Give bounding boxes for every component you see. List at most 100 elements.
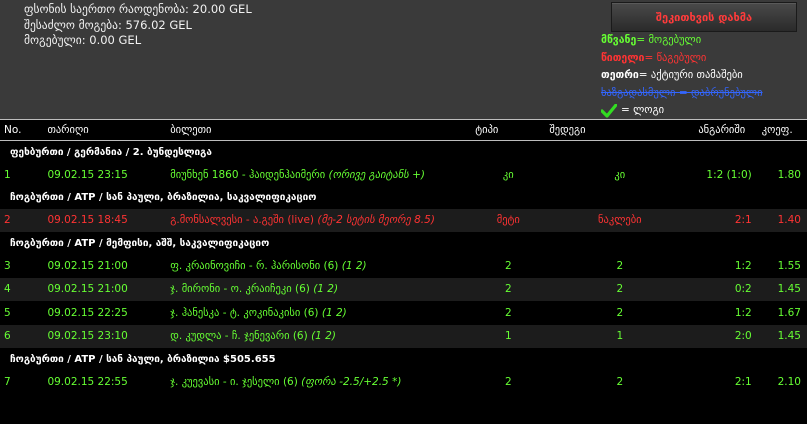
bet-event-name: ჯ. კუევასი - ი. ჯესელი (6) (170, 375, 302, 388)
bet-result: ნაკლები (545, 208, 695, 232)
bet-odds: 1.40 (757, 208, 807, 232)
bet-summary: ფსონის საერთო რაოდენობა: 20.00 GEL შესაძ… (24, 2, 252, 49)
bet-odds: 2.10 (777, 375, 801, 388)
legend-single-text: = ლოგი (621, 104, 665, 116)
bet-date: 09.02.15 23:15 (47, 168, 128, 181)
category-label: ფეხბურთი / გერმანია / 2. ბუნდესლიგა (0, 140, 807, 163)
bet-number: 7 (4, 375, 11, 388)
bet-score: 1:2 (734, 306, 752, 319)
bet-type: კი (502, 168, 514, 181)
bet-market: (1 2) (341, 259, 367, 272)
bet-date: 09.02.15 21:00 (47, 259, 128, 272)
category-label: ჩოგბურთი / ATP / სან პაული, ბრაზილია $50… (0, 348, 807, 370)
bet-type: 1 (471, 324, 546, 348)
bet-date: 09.02.15 22:55 (47, 375, 128, 388)
bets-table: No. თარიღი ბილეთი ტიპი შედეგი ანგარიში კ… (0, 119, 807, 394)
bet-result: 2 (545, 277, 695, 301)
bet-event: გ.მონსალვესი - ა.გეში (live) (მე-2 სეტის… (166, 208, 472, 232)
bet-event: ფ. კრაინოვიჩი - რ. ჰარისონი (6) (1 2) (166, 254, 471, 278)
bet-odds: 1.45 (757, 277, 807, 301)
summary-panel: ფსონის საერთო რაოდენობა: 20.00 GEL შესაძ… (0, 0, 807, 119)
bet-result: 2 (616, 259, 624, 272)
category-header-row: ჩოგბურთი / ATP / სან პაული, ბრაზილია $50… (0, 348, 807, 370)
bet-score: 1:2 (734, 259, 752, 272)
col-header-odds: კოეფ. (757, 119, 807, 141)
bet-result: კი (614, 168, 626, 181)
bet-result: 2 (616, 375, 624, 388)
bet-market: (1 2) (311, 330, 336, 343)
bet-date: 09.02.15 22:25 (47, 306, 128, 319)
bet-row[interactable]: 3 09.02.15 21:00 ფ. კრაინოვიჩი - რ. ჰარისო… (0, 254, 807, 278)
legend-lost-key: წითელი (601, 51, 645, 64)
bet-number: 6 (0, 324, 26, 348)
col-header-date: თარიღი (25, 119, 167, 141)
category-label: ჩოგბურთი / ATP / მემფისი, აშშ, საკვალიფი… (0, 232, 807, 254)
close-ticket-button[interactable]: შეკითხვის დახმა (611, 2, 797, 32)
bet-event: ჯ. მირონი - ო. კრაიჩეკი (6) (1 2) (166, 277, 472, 301)
bet-event: დ. კუდლა - ჩ. ჯენევარი (6) (1 2) (166, 324, 472, 348)
legend-single: = ლოგი (600, 102, 763, 120)
bet-odds: 1.67 (777, 306, 801, 319)
won-amount-text: მოგებული: 0.00 GEL (24, 33, 142, 47)
bet-row[interactable]: 7 09.02.15 22:55 ჯ. კუევასი - ი. ჯესელი (6… (0, 370, 807, 394)
bet-number: 2 (0, 208, 26, 232)
col-header-type: ტიპი (471, 119, 546, 141)
bet-score: 2:0 (694, 324, 758, 348)
bet-market: (1 2) (313, 283, 339, 296)
bet-odds: 1.45 (757, 324, 807, 348)
bet-score: 1:2 (1:0) (706, 168, 752, 181)
bet-date: 09.02.15 23:10 (25, 324, 167, 348)
bet-number: 4 (0, 277, 26, 301)
legend-returned-text: ხაზგადასმული = დაბრუნებული (601, 86, 763, 99)
bet-event: მიუნხენ 1860 - ჰაიდენჰაიმერი (ორივე გაიტ… (166, 163, 471, 187)
bet-event: ჯ. კუევასი - ი. ჯესელი (6) (ფორა -2.5/+2… (166, 370, 471, 394)
col-header-event: ბილეთი (166, 119, 472, 141)
bet-number: 5 (4, 306, 11, 319)
bet-score: 0:2 (694, 277, 758, 301)
bet-row[interactable]: 1 09.02.15 23:15 მიუნხენ 1860 - ჰაიდენჰაიმ… (0, 163, 807, 187)
total-stake-text: ფსონის საერთო რაოდენობა: 20.00 GEL (24, 2, 252, 16)
bet-event-name: დ. კუდლა - ჩ. ჯენევარი (6) (170, 330, 312, 343)
bet-row[interactable]: 6 09.02.15 23:10 დ. კუდლა - ჩ. ჯენევარი (6… (0, 324, 807, 348)
bet-odds: 1.55 (777, 259, 801, 272)
bet-number: 1 (4, 168, 11, 181)
bet-type: 2 (471, 277, 546, 301)
bet-result: 1 (545, 324, 695, 348)
bet-type: მეტი (471, 208, 546, 232)
bet-event-name: ფ. კრაინოვიჩი - რ. ჰარისონი (6) (170, 259, 342, 272)
col-header-no: No. (0, 119, 26, 141)
bet-number: 3 (4, 259, 11, 272)
legend-active: თეთრი = აქტიური თამაშები (601, 67, 763, 85)
bet-market: (1 2) (321, 306, 347, 319)
category-header-row: ჩოგბურთი / ATP / მემფისი, აშშ, საკვალიფი… (0, 232, 807, 254)
bet-row[interactable]: 5 09.02.15 22:25 ჯ. ჰანესკა - ტ. კოკინაკის… (0, 301, 807, 325)
legend-won-text: = მოგებული (636, 34, 702, 46)
bet-market: (მე-2 სეტის მეორე 8.5) (317, 214, 435, 227)
legend-won-key: მწვანე (601, 34, 637, 46)
bet-market: (ორივე გაიტანს +) (328, 168, 425, 181)
bet-type: 2 (504, 306, 512, 319)
bet-score: 2:1 (734, 375, 752, 388)
legend-active-key: თეთრი (601, 69, 639, 81)
bet-event-name: ჯ. მირონი - ო. კრაიჩეკი (6) (170, 283, 314, 296)
checkmark-icon (600, 103, 618, 118)
col-header-score: ანგარიში (694, 119, 758, 141)
category-label: ჩოგბურთი / ATP / სან პაული, ბრაზილია, სა… (0, 186, 807, 209)
bet-event: ჯ. ჰანესკა - ტ. კოკინაკისი (6) (1 2) (166, 301, 471, 325)
bet-event-name: ჯ. ჰანესკა - ტ. კოკინაკისი (6) (170, 306, 322, 319)
legend-lost: წითელი = წაგებული (601, 50, 763, 68)
bet-event-name: გ.მონსალვესი - ა.გეში (live) (170, 214, 318, 227)
bet-row[interactable]: 4 09.02.15 21:00 ჯ. მირონი - ო. კრაიჩეკი (… (0, 277, 807, 301)
bet-type: 2 (504, 375, 512, 388)
bet-row[interactable]: 2 09.02.15 18:45 გ.მონსალვესი - ა.გეში (li… (0, 208, 807, 232)
bets-table-body: ფეხბურთი / გერმანია / 2. ბუნდესლიგა 1 09.0… (0, 140, 807, 394)
category-header-row: ფეხბურთი / გერმანია / 2. ბუნდესლიგა (0, 140, 807, 163)
bet-odds: 1.80 (777, 168, 801, 181)
bet-score: 2:1 (694, 208, 758, 232)
legend-lost-text: = წაგებული (644, 51, 707, 64)
legend-won: მწვანე = მოგებული (601, 32, 763, 50)
bet-date: 09.02.15 21:00 (25, 277, 167, 301)
bet-event-name: მიუნხენ 1860 - ჰაიდენჰაიმერი (170, 168, 329, 181)
col-header-result: შედეგი (545, 119, 695, 141)
bet-type: 2 (504, 259, 512, 272)
